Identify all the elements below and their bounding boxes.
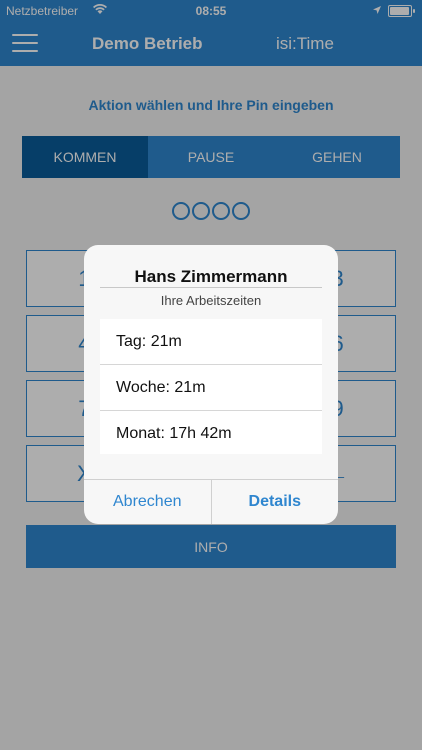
dialog-buttons: Abrechen Details xyxy=(84,479,338,524)
employee-name: Hans Zimmermann xyxy=(134,267,288,286)
hours-list: Tag: 21m Woche: 21m Monat: 17h 42m xyxy=(100,319,322,454)
hours-row-week: Woche: 21m xyxy=(100,365,322,411)
working-hours-dialog: Hans Zimmermann Ihre Arbeitszeiten Tag: … xyxy=(84,245,338,524)
details-button[interactable]: Details xyxy=(210,480,339,524)
cancel-button[interactable]: Abrechen xyxy=(84,480,211,524)
hours-row-day: Tag: 21m xyxy=(100,319,322,365)
divider xyxy=(100,287,322,288)
dialog-subtitle: Ihre Arbeitszeiten xyxy=(160,293,262,308)
hours-row-month: Monat: 17h 42m xyxy=(116,424,232,442)
